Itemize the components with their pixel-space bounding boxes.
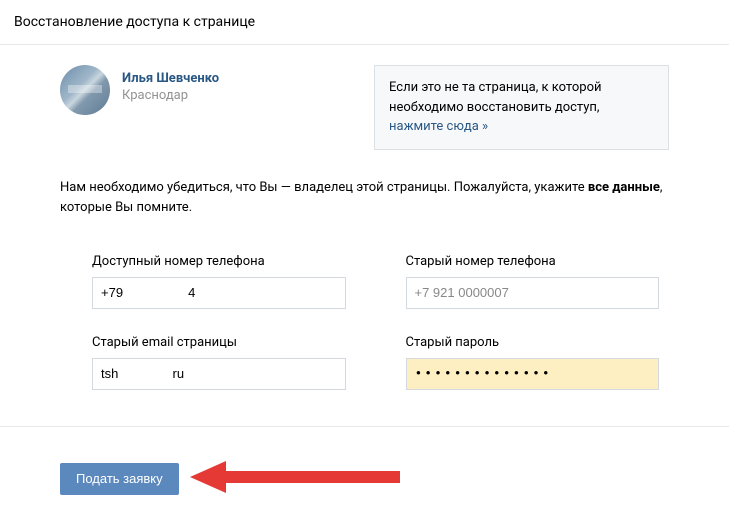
field-password-old: Старый пароль: [406, 335, 660, 390]
profile-text: Илья Шевченко Краснодар: [122, 65, 219, 103]
input-phone-new[interactable]: [92, 277, 346, 309]
field-phone-old: Старый номер телефона: [406, 254, 660, 309]
form-grid: Доступный номер телефона Старый номер те…: [60, 254, 669, 390]
notice-text: Если это не та страница, к которой необх…: [389, 80, 602, 115]
page-header: Восстановление доступа к странице: [0, 0, 729, 45]
label-phone-new: Доступный номер телефона: [92, 254, 346, 269]
field-email-old: Старый email страницы: [92, 335, 346, 390]
input-phone-old[interactable]: [406, 277, 660, 309]
notice-link[interactable]: нажмите сюда »: [389, 119, 488, 134]
label-phone-old: Старый номер телефона: [406, 254, 660, 269]
input-email-old[interactable]: [92, 358, 346, 390]
notice-box: Если это не та страница, к которой необх…: [374, 65, 669, 150]
label-password-old: Старый пароль: [406, 335, 660, 350]
separator: [0, 426, 729, 427]
avatar[interactable]: [60, 65, 110, 115]
profile-block: Илья Шевченко Краснодар: [60, 65, 360, 115]
profile-name-link[interactable]: Илья Шевченко: [122, 71, 219, 86]
instruction: Нам необходимо убедиться, что Вы — владе…: [60, 178, 669, 218]
profile-row: Илья Шевченко Краснодар Если это не та с…: [60, 65, 669, 150]
page-title: Восстановление доступа к странице: [14, 14, 713, 30]
instruction-before: Нам необходимо убедиться, что Вы — владе…: [60, 180, 588, 195]
field-phone-new: Доступный номер телефона: [92, 254, 346, 309]
profile-location: Краснодар: [122, 88, 219, 103]
arrow-annotation-icon: [190, 457, 410, 497]
input-password-old[interactable]: [406, 358, 660, 390]
submit-button[interactable]: Подать заявку: [60, 463, 179, 495]
label-email-old: Старый email страницы: [92, 335, 346, 350]
footer: Подать заявку: [0, 447, 729, 511]
instruction-bold: все данные: [588, 180, 660, 195]
content: Илья Шевченко Краснодар Если это не та с…: [0, 45, 729, 447]
